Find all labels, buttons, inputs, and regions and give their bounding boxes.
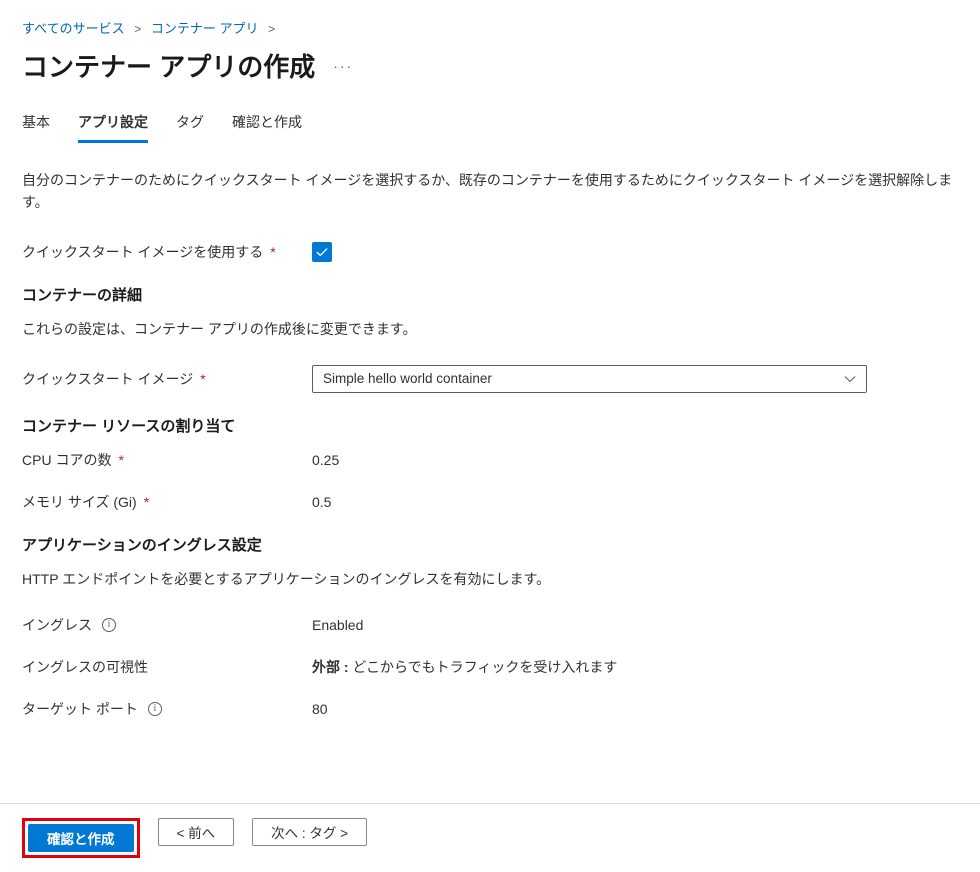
ingress-desc: HTTP エンドポイントを必要とするアプリケーションのイングレスを有効にします。	[22, 569, 958, 589]
chevron-down-icon	[844, 373, 856, 385]
check-icon	[315, 245, 329, 259]
cpu-label: CPU コアの数*	[22, 450, 312, 470]
section-container-details: コンテナーの詳細	[22, 284, 958, 305]
ingress-label: イングレス i	[22, 615, 312, 635]
intro-description: 自分のコンテナーのためにクイックスタート イメージを選択するか、既存のコンテナー…	[22, 169, 958, 214]
target-port-row: ターゲット ポート i 80	[22, 699, 958, 719]
ingress-visibility-value: 外部 : どこからでもトラフィックを受け入れます	[312, 657, 958, 677]
quickstart-image-row: クイックスタート イメージ* Simple hello world contai…	[22, 365, 958, 393]
breadcrumb: すべてのサービス > コンテナー アプリ >	[22, 18, 958, 37]
section-ingress: アプリケーションのイングレス設定	[22, 534, 958, 555]
dropdown-selected-value: Simple hello world container	[323, 371, 492, 386]
chevron-right-icon: >	[268, 22, 275, 36]
tab-app-settings[interactable]: アプリ設定	[78, 112, 148, 143]
highlight-annotation: 確認と作成	[22, 818, 140, 858]
tab-review-create[interactable]: 確認と作成	[232, 112, 302, 143]
ingress-value: Enabled	[312, 617, 958, 633]
required-marker: *	[118, 452, 123, 468]
ingress-row: イングレス i Enabled	[22, 615, 958, 635]
review-create-button[interactable]: 確認と作成	[28, 824, 134, 852]
required-marker: *	[200, 371, 205, 387]
ingress-visibility-row: イングレスの可視性 外部 : どこからでもトラフィックを受け入れます	[22, 657, 958, 677]
breadcrumb-all-services[interactable]: すべてのサービス	[22, 21, 125, 36]
quickstart-image-dropdown[interactable]: Simple hello world container	[312, 365, 867, 393]
quickstart-label: クイックスタート イメージを使用する*	[22, 242, 312, 262]
memory-label: メモリ サイズ (Gi)*	[22, 492, 312, 512]
section-resources: コンテナー リソースの割り当て	[22, 415, 958, 436]
memory-row: メモリ サイズ (Gi)* 0.5	[22, 492, 958, 512]
info-icon[interactable]: i	[148, 702, 162, 716]
quickstart-checkbox[interactable]	[312, 242, 332, 262]
info-icon[interactable]: i	[102, 618, 116, 632]
target-port-label: ターゲット ポート i	[22, 699, 312, 719]
page-title: コンテナー アプリの作成	[22, 47, 315, 84]
memory-value: 0.5	[312, 494, 958, 510]
quickstart-image-label: クイックスタート イメージ*	[22, 369, 312, 389]
container-details-desc: これらの設定は、コンテナー アプリの作成後に変更できます。	[22, 319, 958, 339]
required-marker: *	[270, 244, 275, 260]
more-actions-icon[interactable]: ···	[333, 58, 353, 74]
title-row: コンテナー アプリの作成 ···	[22, 47, 958, 84]
cpu-row: CPU コアの数* 0.25	[22, 450, 958, 470]
tab-tags[interactable]: タグ	[176, 112, 204, 143]
cpu-value: 0.25	[312, 452, 958, 468]
required-marker: *	[144, 494, 149, 510]
breadcrumb-container-apps[interactable]: コンテナー アプリ	[151, 21, 259, 36]
next-button[interactable]: 次へ : タグ >	[252, 818, 367, 846]
ingress-visibility-label: イングレスの可視性	[22, 657, 312, 677]
tab-basic[interactable]: 基本	[22, 112, 50, 143]
quickstart-row: クイックスタート イメージを使用する*	[22, 242, 958, 262]
target-port-value: 80	[312, 701, 958, 717]
chevron-right-icon: >	[134, 22, 141, 36]
wizard-footer: 確認と作成 < 前へ 次へ : タグ >	[0, 803, 980, 872]
previous-button[interactable]: < 前へ	[158, 818, 235, 846]
wizard-tabs: 基本 アプリ設定 タグ 確認と作成	[22, 112, 958, 143]
